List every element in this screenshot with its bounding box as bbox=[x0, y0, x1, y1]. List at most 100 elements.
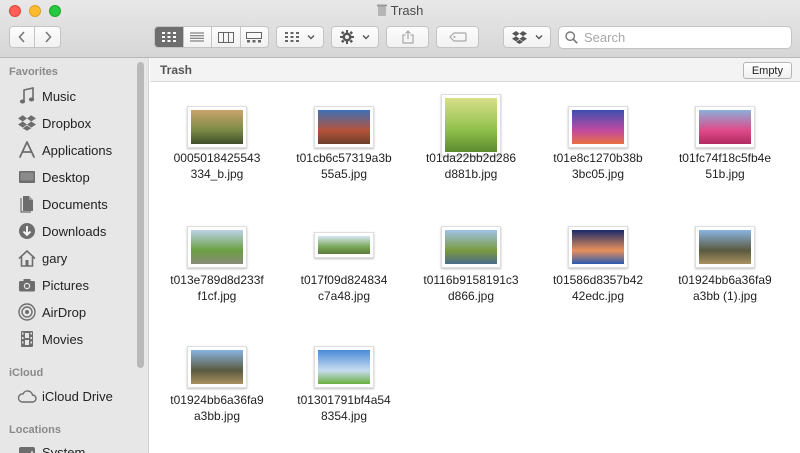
empty-trash-button[interactable]: Empty bbox=[742, 62, 792, 79]
file-thumbnail[interactable] bbox=[441, 94, 501, 156]
file-thumbnail[interactable] bbox=[568, 226, 628, 268]
documents-icon bbox=[16, 193, 38, 215]
sidebar-scrollbar[interactable] bbox=[137, 62, 144, 368]
file-name: t0116b9158191c3 d866.jpg bbox=[408, 272, 534, 304]
file-thumbnail[interactable] bbox=[314, 106, 374, 148]
sidebar-item-downloads[interactable]: Downloads bbox=[16, 220, 106, 242]
back-button[interactable] bbox=[10, 27, 36, 47]
file-thumbnail[interactable] bbox=[568, 106, 628, 148]
chevron-down-icon bbox=[362, 35, 370, 40]
file-thumbnail[interactable] bbox=[314, 346, 374, 388]
file-item[interactable]: 0005018425543 334_b.jpg bbox=[154, 106, 280, 182]
sidebar-item-desktop[interactable]: Desktop bbox=[16, 166, 90, 188]
trash-icon bbox=[376, 4, 387, 16]
search-icon bbox=[565, 31, 578, 44]
file-thumbnail[interactable] bbox=[695, 106, 755, 148]
search-field[interactable] bbox=[558, 26, 792, 49]
window-title: Trash bbox=[0, 3, 800, 18]
thumbnail-image bbox=[699, 110, 751, 144]
file-thumbnail[interactable] bbox=[187, 226, 247, 268]
chevron-right-icon bbox=[44, 31, 52, 43]
file-item[interactable]: t017f09d824834 c7a48.jpg bbox=[281, 232, 407, 304]
columns-icon bbox=[217, 31, 234, 43]
sidebar-item-applications[interactable]: Applications bbox=[16, 139, 112, 161]
file-item[interactable]: t01301791bf4a54 8354.jpg bbox=[281, 346, 407, 424]
file-thumbnail[interactable] bbox=[314, 232, 374, 258]
sidebar-item-label: Documents bbox=[42, 196, 108, 212]
file-item[interactable]: t01cb6c57319a3b 55a5.jpg bbox=[281, 106, 407, 182]
sidebar-item-system[interactable]: System bbox=[16, 441, 85, 453]
share-button[interactable] bbox=[386, 26, 429, 48]
chevron-down-icon bbox=[535, 35, 542, 40]
file-item[interactable]: t013e789d8d233f f1cf.jpg bbox=[154, 226, 280, 304]
thumbnail-image bbox=[318, 110, 370, 144]
file-thumbnail[interactable] bbox=[187, 106, 247, 148]
sidebar-header-icloud: iCloud bbox=[9, 367, 44, 379]
sidebar-item-dropbox[interactable]: Dropbox bbox=[16, 112, 91, 134]
file-item[interactable]: t01e8c1270b38b 3bc05.jpg bbox=[535, 106, 661, 182]
sidebar: Favorites Music Dropbox Applications Des… bbox=[0, 58, 149, 453]
gallery-icon bbox=[246, 31, 263, 42]
file-thumbnail[interactable] bbox=[695, 226, 755, 268]
sidebar-item-documents[interactable]: Documents bbox=[16, 193, 108, 215]
dropbox-toolbar-button[interactable] bbox=[503, 26, 551, 48]
file-name-line: d881b.jpg bbox=[444, 167, 498, 181]
search-input[interactable] bbox=[584, 30, 784, 45]
file-name: t01924bb6a36fa9 a3bb (1).jpg bbox=[662, 272, 788, 304]
file-name: t013e789d8d233f f1cf.jpg bbox=[154, 272, 280, 304]
file-item[interactable]: t01924bb6a36fa9 a3bb.jpg bbox=[154, 346, 280, 424]
thumbnail-image bbox=[445, 98, 497, 152]
file-name: t01924bb6a36fa9 a3bb.jpg bbox=[154, 392, 280, 424]
file-name-line: f1cf.jpg bbox=[197, 289, 237, 303]
icon-view-button[interactable] bbox=[155, 27, 184, 47]
file-name: 0005018425543 334_b.jpg bbox=[154, 150, 280, 182]
view-mode-segment bbox=[154, 26, 269, 48]
titlebar: Trash bbox=[0, 0, 800, 58]
file-thumbnail[interactable] bbox=[187, 346, 247, 388]
tags-button[interactable] bbox=[436, 26, 479, 48]
sidebar-item-movies[interactable]: Movies bbox=[16, 328, 83, 350]
list-view-button[interactable] bbox=[184, 27, 212, 47]
file-name-line: 0005018425543 bbox=[173, 151, 261, 165]
folder-title: Trash bbox=[160, 63, 193, 77]
file-name-line: t01e8c1270b38b bbox=[553, 151, 643, 165]
action-button[interactable] bbox=[331, 26, 379, 48]
file-name-line: 334_b.jpg bbox=[190, 167, 244, 181]
file-name-line: 55a5.jpg bbox=[320, 167, 368, 181]
tag-icon bbox=[448, 32, 467, 42]
file-item[interactable]: t0116b9158191c3 d866.jpg bbox=[408, 226, 534, 304]
file-item[interactable]: t01fc74f18c5fb4e 51b.jpg bbox=[662, 106, 788, 182]
sidebar-item-label: Pictures bbox=[42, 277, 89, 293]
file-item[interactable]: t01586d8357b42 42edc.jpg bbox=[535, 226, 661, 304]
group-by-button[interactable] bbox=[276, 26, 324, 48]
chevron-down-icon bbox=[307, 35, 315, 40]
sidebar-item-gary[interactable]: gary bbox=[16, 247, 67, 269]
file-name-line: 42edc.jpg bbox=[571, 289, 625, 303]
list-icon bbox=[190, 32, 205, 42]
desktop-icon bbox=[16, 166, 38, 188]
gallery-view-button[interactable] bbox=[241, 27, 269, 47]
file-name: t01301791bf4a54 8354.jpg bbox=[281, 392, 407, 424]
sidebar-item-label: Music bbox=[42, 88, 76, 104]
sidebar-item-pictures[interactable]: Pictures bbox=[16, 274, 89, 296]
thumbnail-image bbox=[318, 236, 370, 254]
dropbox-icon bbox=[511, 30, 527, 44]
file-item[interactable]: t01924bb6a36fa9 a3bb (1).jpg bbox=[662, 226, 788, 304]
sidebar-item-airdrop[interactable]: AirDrop bbox=[16, 301, 86, 323]
column-view-button[interactable] bbox=[212, 27, 241, 47]
thumbnail-image bbox=[699, 230, 751, 264]
forward-button[interactable] bbox=[35, 27, 60, 47]
sidebar-item-label: AirDrop bbox=[42, 304, 87, 320]
file-name-line: t01cb6c57319a3b bbox=[296, 151, 392, 165]
file-name: t01fc74f18c5fb4e 51b.jpg bbox=[662, 150, 788, 182]
sidebar-item-music[interactable]: Music bbox=[16, 85, 76, 107]
nav-segment bbox=[9, 26, 61, 48]
thumbnail-image bbox=[191, 350, 243, 384]
file-name: t017f09d824834 c7a48.jpg bbox=[281, 272, 407, 304]
sidebar-item-label: Dropbox bbox=[42, 115, 92, 131]
file-item[interactable]: t01da22bb2d286 d881b.jpg bbox=[408, 94, 534, 182]
file-thumbnail[interactable] bbox=[441, 226, 501, 268]
share-icon bbox=[401, 30, 414, 44]
file-name: t01e8c1270b38b 3bc05.jpg bbox=[535, 150, 661, 182]
sidebar-item-icloud-drive[interactable]: iCloud Drive bbox=[16, 385, 113, 407]
